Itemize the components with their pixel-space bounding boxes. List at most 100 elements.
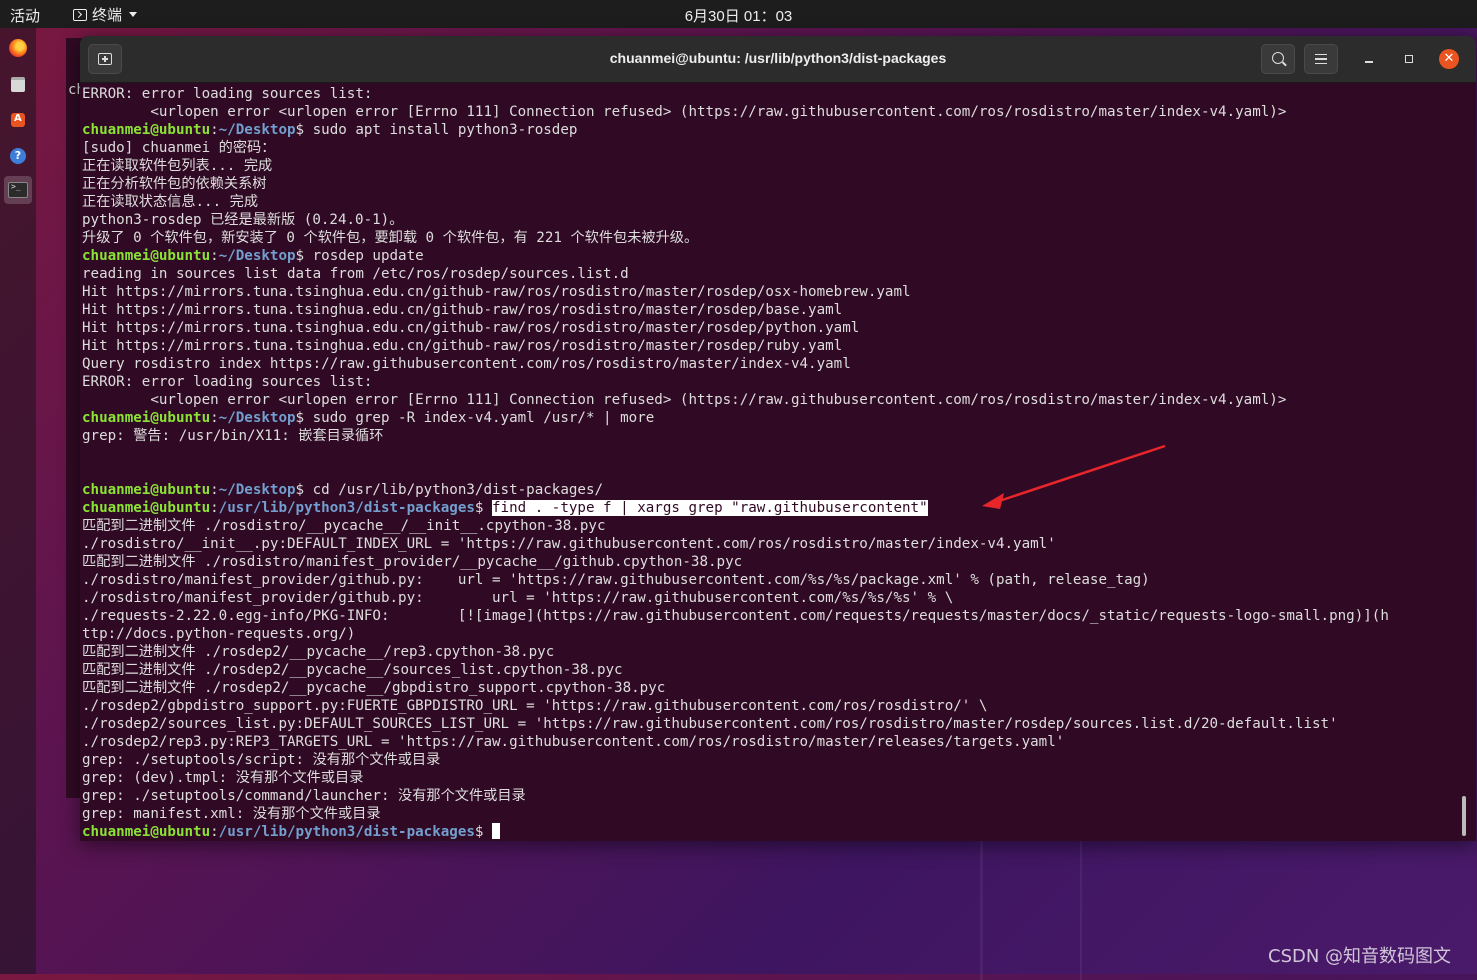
prompt-line: chuanmei@ubuntu:/usr/lib/python3/dist-pa… <box>82 823 1466 841</box>
prompt-separator: : <box>210 482 219 498</box>
output-line: grep: (dev).tmpl: 没有那个文件或目录 <box>82 770 364 786</box>
files-icon <box>11 76 25 92</box>
close-icon: ✕ <box>1443 51 1455 66</box>
minimize-icon <box>1365 61 1373 63</box>
output-line: 匹配到二进制文件 ./rosdep2/__pycache__/gbpdistro… <box>82 680 666 696</box>
prompt-symbol: $ <box>295 248 305 264</box>
prompt-user: chuanmei@ubuntu <box>82 410 211 426</box>
prompt-separator: : <box>210 824 219 840</box>
prompt-path: ~/Desktop <box>218 248 296 264</box>
software-icon <box>11 113 25 127</box>
dock: ? <box>0 28 36 974</box>
command-text: rosdep update <box>304 248 424 264</box>
selected-command: find . -type f | xargs grep "raw.githubu… <box>492 500 928 516</box>
prompt-user: chuanmei@ubuntu <box>82 248 211 264</box>
output-line: ./rosdep2/gbpdistro_support.py:FUERTE_GB… <box>82 698 988 714</box>
prompt-line: chuanmei@ubuntu:~/Desktop$ cd /usr/lib/p… <box>82 481 1466 499</box>
terminal-output[interactable]: ERROR: error loading sources list: <urlo… <box>82 85 1466 841</box>
output-line: Hit https://mirrors.tuna.tsinghua.edu.cn… <box>82 302 843 318</box>
prompt-separator: : <box>210 410 219 426</box>
output-line: 匹配到二进制文件 ./rosdistro/__pycache__/__init_… <box>82 518 606 534</box>
terminal-window[interactable]: chuanmei@ubuntu: /usr/lib/python3/dist-p… <box>80 36 1476 841</box>
output-line: ./rosdistro/manifest_provider/github.py:… <box>82 572 1150 588</box>
prompt-user: chuanmei@ubuntu <box>82 482 211 498</box>
dock-item-help[interactable]: ? <box>4 142 32 170</box>
scrollbar[interactable] <box>1462 796 1466 836</box>
output-line: Hit https://mirrors.tuna.tsinghua.edu.cn… <box>82 284 911 300</box>
output-line: reading in sources list data from /etc/r… <box>82 266 629 282</box>
watermark: CSDN @知音数码图文 <box>1268 946 1452 967</box>
output-line: <urlopen error <urlopen error [Errno 111… <box>82 392 1287 408</box>
top-bar: 活动 终端 6月30日 01：03 <box>0 0 1477 28</box>
prompt-symbol: $ <box>295 410 305 426</box>
output-line: 匹配到二进制文件 ./rosdep2/__pycache__/rep3.cpyt… <box>82 644 555 660</box>
command-text: sudo grep -R index-v4.yaml /usr/* | more <box>304 410 655 426</box>
prompt-user: chuanmei@ubuntu <box>82 824 211 840</box>
output-line: grep: 警告: /usr/bin/X11: 嵌套目录循环 <box>82 428 384 444</box>
wallpaper-accent <box>980 840 983 980</box>
command-text: sudo apt install python3-rosdep <box>304 122 578 138</box>
prompt-path: ~/Desktop <box>218 482 296 498</box>
output-line: 正在读取软件包列表... 完成 <box>82 158 273 174</box>
output-line: ERROR: error loading sources list: <box>82 86 373 102</box>
prompt-path: /usr/lib/python3/dist-packages <box>218 500 475 516</box>
search-button[interactable] <box>1261 44 1295 74</box>
maximize-button[interactable] <box>1401 51 1417 67</box>
prompt-separator: : <box>210 122 219 138</box>
prompt-symbol: $ <box>295 482 305 498</box>
dock-item-firefox[interactable] <box>4 34 32 62</box>
prompt-line: chuanmei@ubuntu:~/Desktop$ rosdep update <box>82 247 1466 265</box>
output-line: <urlopen error <urlopen error [Errno 111… <box>82 104 1287 120</box>
output-line: ./rosdistro/manifest_provider/github.py:… <box>82 590 954 606</box>
search-icon <box>1272 52 1284 64</box>
command-text <box>483 824 492 840</box>
output-line: ./rosdep2/rep3.py:REP3_TARGETS_URL = 'ht… <box>82 734 1065 750</box>
output-line: Hit https://mirrors.tuna.tsinghua.edu.cn… <box>82 338 843 354</box>
prompt-separator: : <box>210 500 219 516</box>
output-line: 匹配到二进制文件 ./rosdistro/manifest_provider/_… <box>82 554 743 570</box>
prompt-line: chuanmei@ubuntu:/usr/lib/python3/dist-pa… <box>82 499 1466 517</box>
output-line: ERROR: error loading sources list: <box>82 374 373 390</box>
text-cursor <box>492 823 501 839</box>
dock-item-software[interactable] <box>4 106 32 134</box>
menu-button[interactable] <box>1304 44 1338 74</box>
prompt-symbol: $ <box>295 122 305 138</box>
prompt-path: /usr/lib/python3/dist-packages <box>218 824 475 840</box>
output-line: grep: ./setuptools/command/launcher: 没有那… <box>82 788 526 804</box>
command-text <box>483 500 492 516</box>
output-line: grep: manifest.xml: 没有那个文件或目录 <box>82 806 381 822</box>
command-text: cd /usr/lib/python3/dist-packages/ <box>304 482 604 498</box>
dock-item-files[interactable] <box>4 70 32 98</box>
output-line: grep: ./setuptools/script: 没有那个文件或目录 <box>82 752 441 768</box>
prompt-path: ~/Desktop <box>218 410 296 426</box>
prompt-line: chuanmei@ubuntu:~/Desktop$ sudo grep -R … <box>82 409 1466 427</box>
output-line: ./requests-2.22.0.egg-info/PKG-INFO: [![… <box>82 608 1389 624</box>
clock[interactable]: 6月30日 01：03 <box>0 5 1477 26</box>
output-line: python3-rosdep 已经是最新版 (0.24.0-1)。 <box>82 212 404 228</box>
output-line: Hit https://mirrors.tuna.tsinghua.edu.cn… <box>82 320 860 336</box>
hamburger-menu-icon <box>1315 54 1327 64</box>
firefox-icon <box>9 39 27 57</box>
prompt-user: chuanmei@ubuntu <box>82 122 211 138</box>
close-button[interactable]: ✕ <box>1439 49 1459 69</box>
prompt-line: chuanmei@ubuntu:~/Desktop$ sudo apt inst… <box>82 121 1466 139</box>
output-line: 正在分析软件包的依赖关系树 <box>82 176 267 192</box>
prompt-separator: : <box>210 248 219 264</box>
output-line: ./rosdistro/__init__.py:DEFAULT_INDEX_UR… <box>82 536 1056 552</box>
output-line: 正在读取状态信息... 完成 <box>82 194 259 210</box>
terminal-icon <box>8 182 28 198</box>
prompt-user: chuanmei@ubuntu <box>82 500 211 516</box>
maximize-icon <box>1405 55 1413 63</box>
output-line: [sudo] chuanmei 的密码： <box>82 140 276 156</box>
prompt-path: ~/Desktop <box>218 122 296 138</box>
wallpaper-accent <box>1080 840 1082 980</box>
help-icon: ? <box>10 148 26 164</box>
output-line: ttp://docs.python-requests.org/) <box>82 626 356 642</box>
output-line: ./rosdep2/sources_list.py:DEFAULT_SOURCE… <box>82 716 1338 732</box>
output-line: 升级了 0 个软件包，新安装了 0 个软件包，要卸载 0 个软件包，有 221 … <box>82 230 699 246</box>
header-bar[interactable]: chuanmei@ubuntu: /usr/lib/python3/dist-p… <box>80 36 1476 83</box>
dock-item-terminal[interactable] <box>4 176 32 204</box>
minimize-button[interactable] <box>1361 51 1377 67</box>
output-line: Query rosdistro index https://raw.github… <box>82 356 851 372</box>
